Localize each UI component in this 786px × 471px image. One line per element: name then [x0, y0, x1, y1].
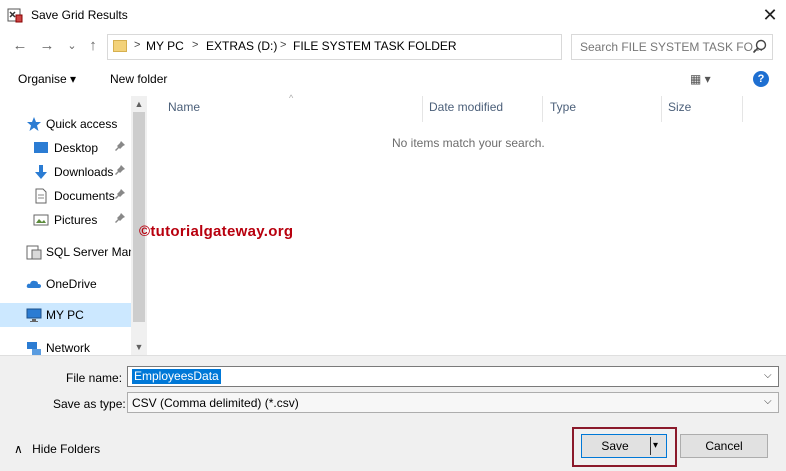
new-folder-button[interactable]: New folder: [110, 72, 167, 86]
column-divider[interactable]: [542, 96, 543, 122]
sidebar-item-network[interactable]: Network: [0, 337, 131, 355]
organise-button[interactable]: Organise ▾: [18, 72, 76, 86]
search-placeholder: Search FILE SYSTEM TASK FO...: [580, 40, 763, 54]
sort-ascending-icon: ^: [289, 93, 294, 103]
sidebar-item-label: Quick access: [46, 117, 118, 131]
download-icon: [33, 164, 49, 180]
sidebar-item-label: MY PC: [46, 308, 84, 322]
split-divider: [650, 437, 651, 455]
sidebar-item-desktop[interactable]: Desktop: [0, 137, 131, 159]
save-as-type-value: CSV (Comma delimited) (*.csv): [132, 396, 299, 410]
forward-button[interactable]: →: [37, 36, 57, 56]
save-as-type-label: Save as type:: [53, 397, 126, 411]
cancel-button[interactable]: Cancel: [680, 434, 768, 458]
sidebar-item-label: Desktop: [54, 141, 99, 155]
recent-locations-button[interactable]: ⌄: [62, 36, 82, 56]
save-as-type-select[interactable]: CSV (Comma delimited) (*.csv) ⌵: [127, 392, 779, 413]
hide-folders-button[interactable]: ∧ Hide Folders: [14, 442, 100, 456]
pictures-icon: [33, 212, 49, 228]
computer-icon: [26, 307, 42, 323]
column-divider[interactable]: [661, 96, 662, 122]
toolbar: Organise ▾ New folder ▦ ▾ ?: [0, 66, 786, 94]
column-divider[interactable]: [422, 96, 423, 122]
sidebar-item-label: OneDrive: [46, 277, 97, 291]
breadcrumb-extras-drive[interactable]: EXTRAS (D:): [206, 39, 277, 53]
network-icon: [26, 340, 42, 355]
up-folder-button[interactable]: ↑: [83, 36, 103, 56]
back-button[interactable]: ←: [10, 36, 30, 56]
scroll-up-icon[interactable]: ▲: [131, 96, 147, 112]
breadcrumb-my-pc[interactable]: MY PC: [146, 39, 184, 53]
file-list: ^ Name Date modified Type Size No items …: [139, 93, 786, 355]
breadcrumb-separator[interactable]: >: [134, 39, 140, 51]
address-bar[interactable]: > MY PC > EXTRAS (D:) > FILE SYSTEM TASK…: [107, 34, 662, 60]
folder-icon: [113, 40, 127, 52]
chevron-up-icon: ∧: [14, 442, 23, 456]
breadcrumb-separator[interactable]: >: [192, 39, 198, 51]
breadcrumb-file-system-task-folder[interactable]: FILE SYSTEM TASK FOLDER: [293, 39, 457, 53]
sidebar-item-onedrive[interactable]: OneDrive: [0, 273, 131, 295]
close-button[interactable]: ✕: [756, 2, 784, 28]
title-bar: Save Grid Results ✕: [0, 0, 786, 30]
save-dialog-icon: [7, 7, 23, 23]
file-name-field[interactable]: EmployeesData ⌵: [127, 366, 779, 387]
column-divider[interactable]: [742, 96, 743, 122]
change-view-button[interactable]: ▦ ▾: [690, 72, 726, 88]
column-header-date-modified[interactable]: Date modified: [429, 100, 503, 114]
sidebar-item-label: Network: [46, 341, 91, 355]
column-header-size[interactable]: Size: [668, 100, 691, 114]
sidebar-item-pictures[interactable]: Pictures: [0, 209, 131, 231]
star-icon: [26, 116, 42, 132]
pin-icon[interactable]: [115, 165, 125, 178]
empty-folder-message: No items match your search.: [392, 136, 545, 150]
pin-icon[interactable]: [115, 141, 125, 154]
scrollbar-thumb[interactable]: [133, 112, 145, 322]
help-icon[interactable]: ?: [753, 71, 769, 87]
navigation-pane: Quick access Desktop Downloads Documents: [0, 96, 131, 355]
search-icon[interactable]: [752, 39, 768, 55]
sidebar-item-label: Pictures: [54, 213, 98, 227]
pin-icon[interactable]: [115, 189, 125, 202]
desktop-icon: [33, 140, 49, 156]
sidebar-item-documents[interactable]: Documents: [0, 185, 131, 207]
breadcrumb-separator[interactable]: >: [280, 39, 286, 51]
sql-server-icon: [26, 244, 42, 260]
file-name-dropdown-icon[interactable]: ⌵: [764, 370, 772, 381]
search-input[interactable]: Search FILE SYSTEM TASK FO...: [571, 34, 773, 60]
pin-icon[interactable]: [115, 213, 125, 226]
watermark-text: ©tutorialgateway.org: [139, 223, 294, 240]
file-name-value[interactable]: EmployeesData: [132, 369, 221, 384]
window-title: Save Grid Results: [31, 8, 128, 22]
column-header-name[interactable]: Name: [168, 100, 200, 114]
hide-folders-label: Hide Folders: [32, 442, 101, 456]
document-icon: [33, 188, 49, 204]
save-button-label: Save: [601, 439, 629, 453]
sidebar-item-downloads[interactable]: Downloads: [0, 161, 131, 183]
column-header-type[interactable]: Type: [550, 100, 576, 114]
sidebar-item-sql-server[interactable]: SQL Server Man: [0, 241, 131, 263]
sidebar-item-quick-access[interactable]: Quick access: [0, 113, 131, 135]
cloud-icon: [26, 276, 42, 292]
save-form-panel: File name: EmployeesData ⌵ Save as type:…: [0, 355, 786, 471]
sidebar-item-label: SQL Server Man: [46, 245, 131, 259]
sidebar-item-my-pc[interactable]: MY PC: [0, 303, 131, 327]
save-button[interactable]: Save ▾: [581, 434, 667, 458]
sidebar-item-label: Documents: [54, 189, 115, 203]
save-options-dropdown-icon[interactable]: ▾: [653, 440, 658, 451]
file-name-label: File name:: [66, 371, 123, 385]
sidebar-item-label: Downloads: [54, 165, 114, 179]
chevron-down-icon[interactable]: ⌵: [764, 396, 772, 407]
scroll-down-icon[interactable]: ▼: [131, 339, 147, 355]
